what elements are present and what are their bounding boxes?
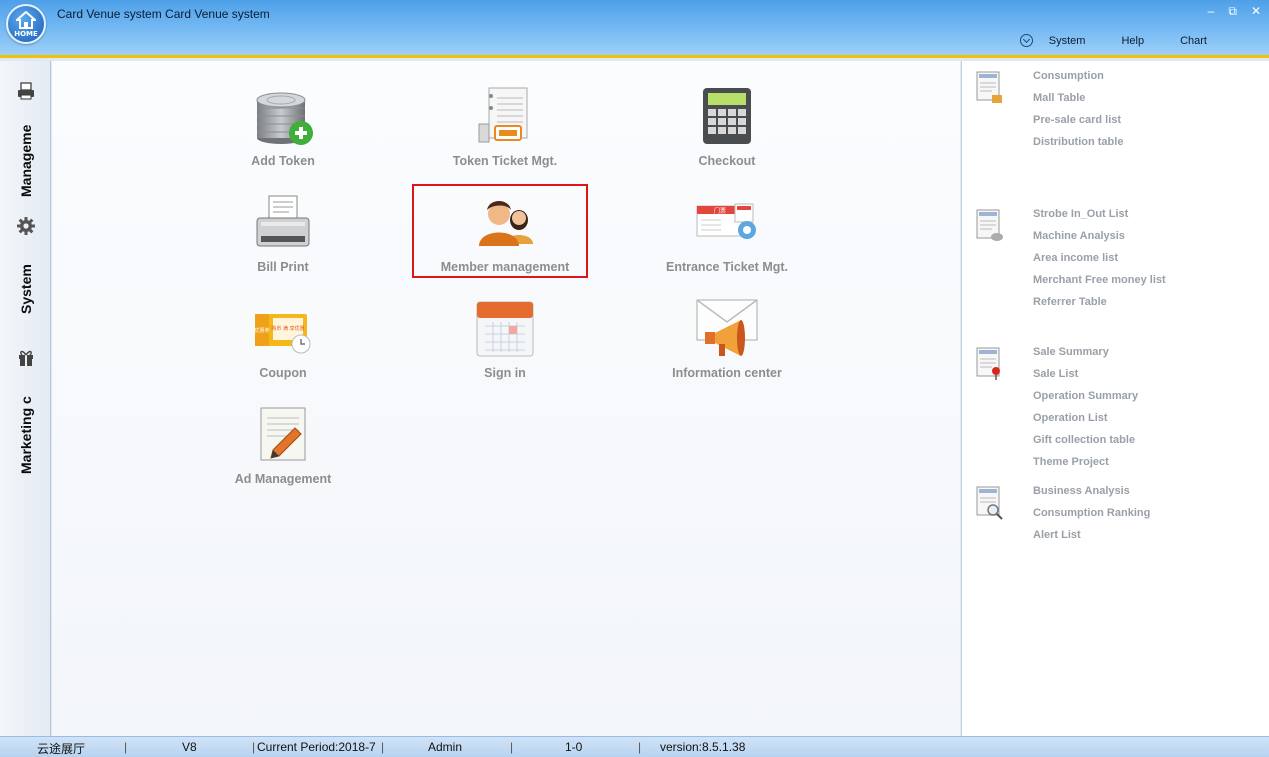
sidebar-tab-label: System bbox=[17, 264, 34, 314]
status-separator: | bbox=[124, 740, 128, 754]
home-logo-text: HOME bbox=[14, 30, 38, 38]
menu-system[interactable]: System bbox=[1049, 35, 1086, 47]
calculator-icon bbox=[695, 86, 759, 150]
sidebar-tab-marketing[interactable]: Marketing c bbox=[0, 348, 51, 474]
window-title: Card Venue system Card Venue system bbox=[57, 7, 270, 21]
status-edition: V8 bbox=[182, 740, 197, 754]
tile-label: Sign in bbox=[484, 366, 526, 380]
report-link[interactable]: Sale List bbox=[1033, 367, 1138, 389]
coin-stack-add-icon bbox=[251, 86, 315, 150]
status-version: version:8.5.1.38 bbox=[660, 740, 746, 754]
sidebar-tab-system[interactable]: System bbox=[0, 216, 51, 314]
report-link[interactable]: Business Analysis bbox=[1033, 484, 1150, 506]
printer-icon bbox=[17, 82, 34, 100]
report-link[interactable]: Distribution table bbox=[1033, 135, 1123, 157]
report-link[interactable]: Gift collection table bbox=[1033, 433, 1138, 455]
tile-ad-management[interactable]: Ad Management bbox=[198, 404, 368, 486]
report-link[interactable]: Consumption Ranking bbox=[1033, 506, 1150, 528]
status-code: 1-0 bbox=[565, 740, 583, 754]
megaphone-envelope-icon bbox=[695, 298, 759, 362]
top-menu: System Help Chart bbox=[1019, 34, 1207, 47]
tile-sign-in[interactable]: Sign in bbox=[420, 298, 590, 380]
tile-label: Information center bbox=[672, 366, 782, 380]
status-separator: | bbox=[638, 740, 642, 754]
report-link[interactable]: Operation Summary bbox=[1033, 389, 1138, 411]
reports-panel: Consumption Mall Table Pre-sale card lis… bbox=[961, 61, 1269, 736]
selection-highlight bbox=[412, 184, 588, 278]
ticket-text: 门票 bbox=[714, 207, 726, 215]
report-link[interactable]: Referrer Table bbox=[1033, 295, 1166, 317]
left-sidebar: Manageme System Marketing c bbox=[0, 61, 51, 736]
tile-bill-print[interactable]: Bill Print bbox=[198, 192, 368, 274]
tile-label: Ad Management bbox=[234, 472, 332, 486]
status-separator: | bbox=[510, 740, 514, 754]
report-link[interactable]: Merchant Free money list bbox=[1033, 273, 1166, 295]
report-pin-icon bbox=[976, 347, 1000, 380]
status-venue: 云途展厅 bbox=[37, 742, 86, 756]
window-controls: – ⧉ ✕ bbox=[1208, 4, 1261, 19]
tile-token-ticket-mgt[interactable]: Token Ticket Mgt. bbox=[420, 86, 590, 168]
coupon-icon: 优惠券 购币 满 享优惠 bbox=[251, 298, 315, 362]
tile-checkout[interactable]: Checkout bbox=[642, 86, 812, 168]
menu-chart[interactable]: Chart bbox=[1180, 35, 1207, 47]
tile-label: Checkout bbox=[698, 154, 756, 168]
tile-entrance-ticket-mgt[interactable]: 门票 Entrance Ticket Mgt. bbox=[642, 192, 812, 274]
report-coins-icon bbox=[976, 209, 1003, 241]
restore-icon[interactable]: ⧉ bbox=[1228, 4, 1237, 19]
tile-add-token[interactable]: Add Token bbox=[198, 86, 368, 168]
tile-label: Token Ticket Mgt. bbox=[452, 154, 558, 168]
minimize-icon[interactable]: – bbox=[1208, 4, 1215, 19]
report-link[interactable]: Theme Project bbox=[1033, 455, 1138, 477]
gear-icon bbox=[16, 217, 35, 235]
report-link[interactable]: Consumption bbox=[1033, 69, 1123, 91]
close-icon[interactable]: ✕ bbox=[1251, 4, 1261, 19]
report-link[interactable]: Pre-sale card list bbox=[1033, 113, 1123, 135]
tile-label: Add Token bbox=[251, 154, 315, 168]
report-link[interactable]: Strobe In_Out List bbox=[1033, 207, 1166, 229]
sidebar-tab-label: Manageme bbox=[17, 124, 34, 197]
entrance-ticket-icon: 门票 bbox=[695, 192, 759, 256]
report-link[interactable]: Mall Table bbox=[1033, 91, 1123, 113]
report-link[interactable]: Operation List bbox=[1033, 411, 1138, 433]
report-link[interactable]: Alert List bbox=[1033, 528, 1150, 550]
report-search-icon bbox=[976, 486, 1003, 520]
status-user: Admin bbox=[428, 740, 463, 754]
menu-help[interactable]: Help bbox=[1121, 35, 1144, 47]
report-link[interactable]: Machine Analysis bbox=[1033, 229, 1166, 251]
home-logo-icon[interactable]: HOME bbox=[6, 4, 46, 44]
title-bar: HOME Card Venue system Card Venue system… bbox=[0, 0, 1269, 58]
main-panel: Add Token Token Ticket Mgt. Checkout Bil… bbox=[52, 61, 960, 736]
report-link[interactable]: Area income list bbox=[1033, 251, 1166, 273]
sidebar-tab-label: Marketing c bbox=[17, 396, 34, 474]
coupon-left-text: 优惠券 bbox=[254, 327, 269, 334]
tile-coupon[interactable]: 优惠券 购币 满 享优惠 Coupon bbox=[198, 298, 368, 380]
report-link[interactable]: Sale Summary bbox=[1033, 345, 1138, 367]
tile-information-center[interactable]: Information center bbox=[642, 298, 812, 380]
tile-label: Entrance Ticket Mgt. bbox=[665, 260, 789, 274]
tile-label: Coupon bbox=[259, 366, 307, 380]
tile-label: Bill Print bbox=[257, 260, 309, 274]
chevron-down-icon[interactable] bbox=[1019, 34, 1033, 47]
receipt-printer-icon bbox=[251, 192, 315, 256]
status-bar: 云途展厅 | V8 | Current Period:2018-7 | Admi… bbox=[0, 736, 1269, 757]
gift-icon bbox=[18, 350, 33, 366]
status-separator: | bbox=[252, 740, 256, 754]
status-separator: | bbox=[381, 740, 385, 754]
notepad-pencil-icon bbox=[251, 404, 315, 468]
sidebar-tab-management[interactable]: Manageme bbox=[0, 81, 51, 197]
calendar-icon bbox=[473, 298, 537, 362]
coupon-main-text: 购币 满 享优惠 bbox=[271, 325, 304, 332]
status-period: Current Period:2018-7 bbox=[257, 740, 376, 754]
ticket-notebook-icon bbox=[473, 86, 537, 150]
report-lock-icon bbox=[976, 71, 1002, 103]
